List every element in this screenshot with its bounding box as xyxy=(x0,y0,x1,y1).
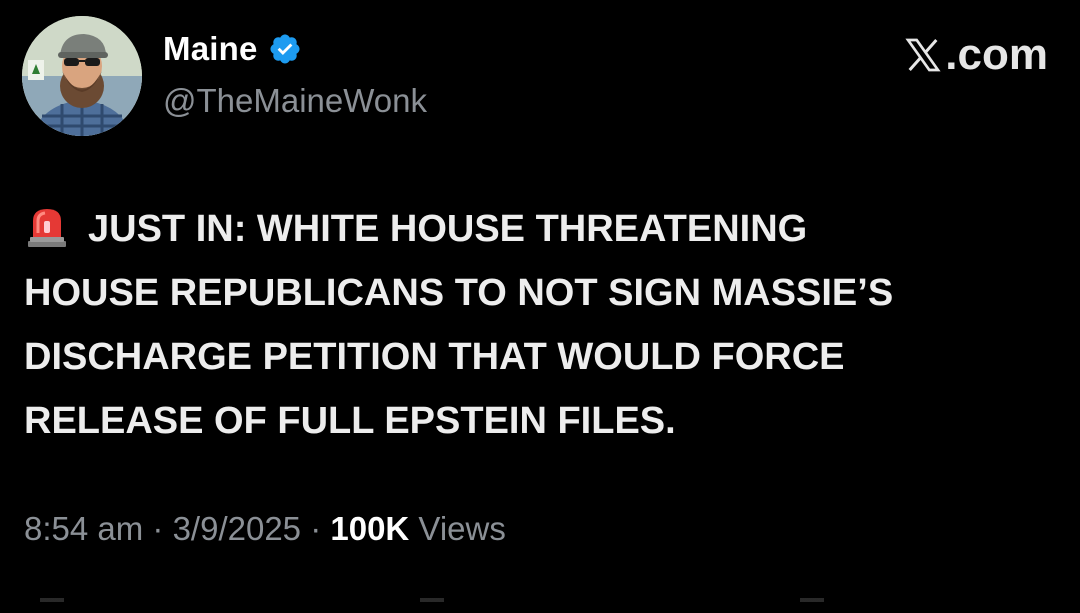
x-logo-icon xyxy=(903,34,943,76)
views-label: Views xyxy=(409,510,506,547)
tweet-line-4: RELEASE OF FULL EPSTEIN FILES. xyxy=(24,400,676,442)
author-display-name[interactable]: Maine xyxy=(163,30,258,68)
tweet-body: JUST IN: WHITE HOUSE THREATENING HOUSE R… xyxy=(24,197,1044,453)
meta-separator: · xyxy=(143,510,173,547)
tweet-card: Maine @TheMaineWonk .com JUST IN: WHITE … xyxy=(0,0,1080,613)
verified-badge-icon xyxy=(268,32,302,66)
avatar[interactable] xyxy=(22,16,142,136)
tweet-line-3: DISCHARGE PETITION THAT WOULD FORCE xyxy=(24,336,845,378)
author-name-row: Maine xyxy=(163,30,302,68)
views-count[interactable]: 100K xyxy=(330,510,409,547)
tweet-date[interactable]: 3/9/2025 xyxy=(173,510,301,547)
brand-label: .com xyxy=(945,30,1048,79)
bottom-divider xyxy=(40,598,1040,602)
tweet-line-1-text: JUST IN: WHITE HOUSE THREATENING xyxy=(88,208,808,250)
tweet-line-2: HOUSE REPUBLICANS TO NOT SIGN MASSIE’S xyxy=(24,272,894,314)
meta-separator-2: · xyxy=(301,510,331,547)
tweet-time[interactable]: 8:54 am xyxy=(24,510,143,547)
siren-icon xyxy=(24,203,70,249)
author-handle[interactable]: @TheMaineWonk xyxy=(163,82,427,120)
tweet-line-1: JUST IN: WHITE HOUSE THREATENING xyxy=(24,197,1044,261)
brand-watermark: .com xyxy=(903,30,1048,80)
avatar-photo xyxy=(22,16,142,136)
tweet-meta: 8:54 am · 3/9/2025 · 100K Views xyxy=(24,510,506,548)
